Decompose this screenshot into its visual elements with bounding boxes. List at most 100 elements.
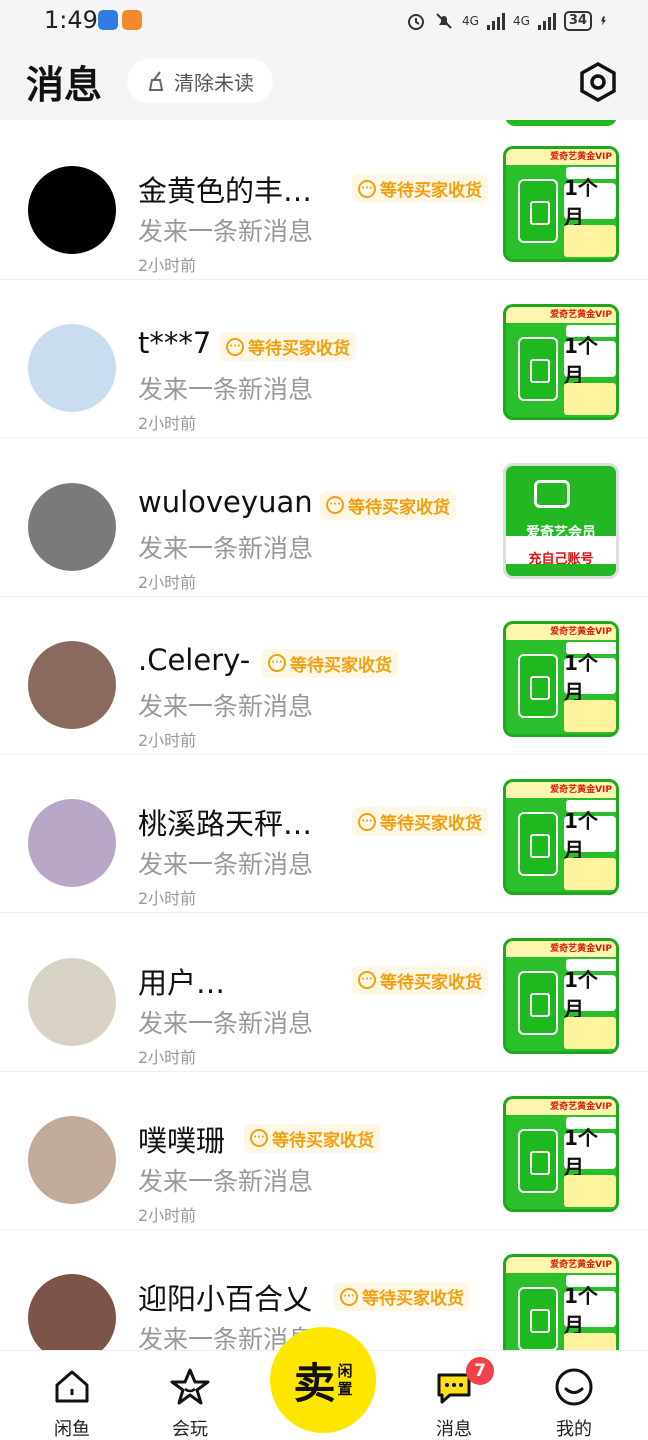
more-dots-icon: ··· [326,496,344,515]
order-status-badge: ··· 等待买家收货 [352,807,488,837]
thumb-header: 爱奇艺黄金VIP [506,782,616,799]
tab-mine-label: 我的 [556,1419,592,1440]
product-thumbnail[interactable]: 爱奇艺会员 充自己账号 [503,462,619,579]
avatar[interactable] [28,1115,116,1204]
sell-sub-2: 置 [337,1380,353,1398]
thumb-product-name: 爱奇艺会员 [526,524,596,541]
thumb-month: 1个月 [564,1126,616,1179]
phone-icon [518,1128,558,1193]
video-app-icon [122,10,142,30]
conversation-row[interactable]: 金黄色的丰… ··· 等待买家收货 发来一条新消息 2小时前 爱奇艺黄金VIP 1个月 [0,122,648,280]
signal-bars-2 [537,12,556,30]
product-thumbnail[interactable]: 爱奇艺黄金VIP 1个月 [503,620,619,737]
signal-bars-1 [486,12,505,30]
iqiyi-logo-icon [534,479,570,508]
thumb-month: 1个月 [564,176,616,229]
order-status-text: 等待买家收货 [248,339,350,360]
message-time: 2小时前 [138,1047,197,1067]
avatar[interactable] [28,482,116,571]
avatar[interactable] [28,799,116,888]
conversation-row[interactable]: t***7 ··· 等待买家收货 发来一条新消息 2小时前 爱奇艺黄金VIP 1个月 [0,280,648,439]
phone-icon [518,812,558,877]
thumb-month: 1个月 [564,809,616,862]
contact-name: .Celery- [138,642,251,677]
message-time: 2小时前 [138,572,197,592]
product-thumbnail[interactable]: 爱奇艺黄金VIP 1个月 [503,146,619,262]
product-thumbnail[interactable]: 爱奇艺黄金VIP 1个月 [503,304,619,421]
contact-name: 桃溪路天秤… [138,807,313,842]
tab-home-label: 闲鱼 [54,1419,90,1440]
order-status-badge: ··· 等待买家收货 [352,174,488,203]
more-dots-icon: ··· [358,179,376,198]
thumb-footer [564,1016,616,1049]
conversation-row[interactable]: .Celery- ··· 等待买家收货发来一条新消息 2小时前 爱奇艺黄金VIP 1个月 [0,597,648,755]
phone-icon [518,1287,558,1350]
conversation-row[interactable]: wuloveyuan ··· 等待买家收货 发来一条新消息 2小时前 爱奇艺会员 充自己账号 [0,439,648,597]
settings-icon[interactable] [578,62,618,102]
order-status-badge: ··· 等待买家收货 [320,490,456,520]
thumb-header: 爱奇艺黄金VIP [506,1098,616,1115]
more-dots-icon: ··· [268,654,286,673]
product-thumbnail[interactable]: 爱奇艺黄金VIP 1个月 [503,937,619,1054]
tab-play[interactable]: 会玩 [140,1351,240,1440]
battery-indicator: 34 [563,11,592,31]
order-status-badge: ··· 等待买家收货 [262,648,398,678]
tab-home[interactable]: 闲鱼 [22,1351,122,1440]
avatar[interactable] [28,957,116,1046]
order-status-text: 等待买家收货 [290,655,392,676]
sell-sub-label: 闲 置 [338,1362,353,1398]
conversation-row[interactable]: 用户… ··· 等待买家收货 发来一条新消息 2小时前 爱奇艺黄金VIP 1个月 [0,914,648,1072]
contact-name: 金黄色的丰… [138,174,313,208]
order-status-text: 等待买家收货 [380,181,482,201]
thumb-header: 爱奇艺黄金VIP [506,307,616,324]
phone-icon [518,337,558,402]
order-status-badge: ··· 等待买家收货 [334,1282,470,1312]
thumb-header: 爱奇艺黄金VIP [506,149,616,165]
product-thumbnail[interactable]: 爱奇艺黄金VIP 1个月 [503,1095,619,1212]
thumb-month: 1个月 [564,1284,616,1337]
order-status-text: 等待买家收货 [362,1289,464,1310]
page-title: 消息 [26,63,103,107]
more-dots-icon: ··· [358,971,376,989]
contact-name: 迎阳小百合乂 [138,1282,313,1317]
message-preview: 发来一条新消息 [138,691,314,721]
clear-unread-label: 清除未读 [174,70,254,95]
message-time: 2小时前 [138,730,197,750]
conversation-row[interactable]: 桃溪路天秤… ··· 等待买家收货 发来一条新消息 2小时前 爱奇艺黄金VIP 1个月 [0,755,648,914]
thumb-header: 爱奇艺黄金VIP [506,1257,616,1274]
more-dots-icon: ··· [358,812,376,831]
contact-name: t***7 [138,326,212,361]
more-dots-icon: ··· [226,337,244,356]
thumb-header: 爱奇艺黄金VIP [506,940,616,957]
avatar[interactable] [28,640,116,729]
cloud-app-icon [98,10,118,30]
sell-button[interactable]: 卖 闲 置 [270,1327,376,1433]
status-bar: 1:49 4G 4G 34 [0,0,648,44]
clear-unread-button[interactable]: 清除未读 [127,59,273,103]
smiley-icon [555,1368,593,1406]
tab-play-label: 会玩 [172,1419,208,1440]
avatar[interactable] [28,166,116,254]
phone-icon [518,653,558,718]
avatar[interactable] [28,324,116,413]
sell-sub-1: 闲 [337,1362,353,1380]
mute-bell-icon [436,13,452,29]
thumb-month: 1个月 [564,968,616,1021]
thumb-footer [564,383,616,416]
status-icons: 4G 4G 34 [406,8,610,34]
tab-messages[interactable]: 7 消息 [404,1351,504,1440]
order-status-badge: ··· 等待买家收货 [220,332,356,362]
message-preview: 发来一条新消息 [138,375,314,405]
tab-mine[interactable]: 我的 [524,1351,624,1440]
tab-messages-label: 消息 [436,1419,472,1440]
product-thumbnail[interactable]: 爱奇艺黄金VIP 1个月 [503,1254,619,1350]
conversation-list[interactable]: 金黄色的丰… ··· 等待买家收货 发来一条新消息 2小时前 爱奇艺黄金VIP 1个月 t**… [0,120,648,1350]
more-dots-icon: ··· [250,1129,268,1148]
signal-label-2: 4G [512,14,530,28]
phone-icon [518,970,558,1035]
conversation-row[interactable]: 噗噗珊 ··· 等待买家收货 发来一条新消息 2小时前 爱奇艺黄金VIP 1个月 [0,1072,648,1230]
avatar[interactable] [28,1274,116,1350]
product-thumbnail[interactable]: 爱奇艺黄金VIP 1个月 [503,779,619,896]
status-time: 1:49 [44,6,98,34]
contact-name: 用户… [138,965,226,1000]
